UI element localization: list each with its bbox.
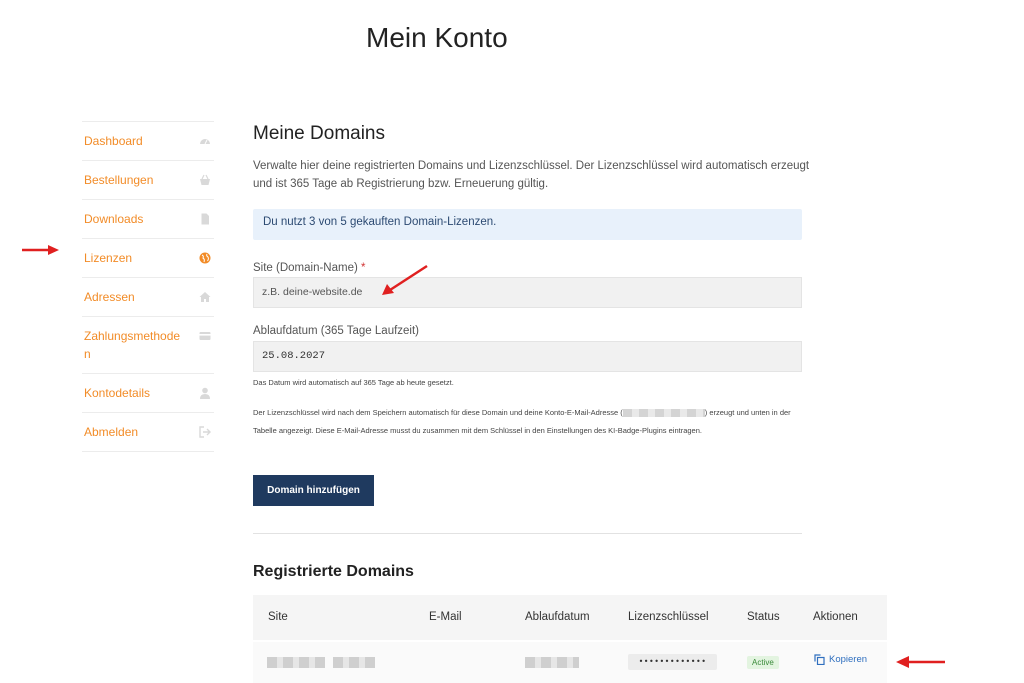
copy-button[interactable]: Kopieren [814,654,867,665]
column-header-expiry: Ablaufdatum [525,611,590,623]
sidebar-item-dashboard[interactable]: Dashboard [82,122,214,161]
page-title: Mein Konto [366,22,508,53]
annotation-arrow-icon [22,245,59,255]
sidebar-item-label: Zahlungsmethode n [84,329,181,361]
logout-icon [199,426,211,438]
required-marker: * [361,262,366,274]
expiry-field-label: Ablaufdatum (365 Tage Laufzeit) [253,325,420,337]
license-info-text: Der Lizenzschlüssel wird nach dem Speich… [253,408,791,435]
redacted-expiry [525,657,579,668]
sidebar-item-label: Abmelden [84,425,139,439]
license-key-masked: ••••••••••••• [628,654,717,670]
section-intro: Verwalte hier deine registrierten Domain… [253,160,810,190]
sidebar-item-label: Kontodetails [84,386,151,400]
sidebar-item-payment-methods[interactable]: Zahlungsmethode n [82,317,214,374]
column-header-status: Status [747,611,780,623]
copy-icon [814,654,825,665]
expiry-hint: Das Datum wird automatisch auf 365 Tage … [253,378,454,387]
table-header: Site E-Mail Ablaufdatum Lizenzschlüssel … [253,595,887,640]
redacted-site [267,657,325,668]
sidebar-item-licenses[interactable]: Lizenzen [82,239,214,278]
table-row: ••••••••••••• Active Kopieren [253,642,887,683]
redacted-email [622,409,705,418]
sidebar-item-label: Adressen [84,290,135,304]
site-field-label: Site (Domain-Name) * [253,262,366,274]
globe-icon [199,252,211,264]
status-badge: Active [747,656,779,669]
add-domain-button[interactable]: Domain hinzufügen [253,475,374,506]
annotation-arrow-icon [896,656,945,668]
home-icon [199,292,211,302]
user-icon [200,387,210,399]
sidebar-item-label: Dashboard [84,134,143,148]
account-navigation: Dashboard Bestellungen Downloads Lizenze… [82,121,214,452]
sidebar-item-account-details[interactable]: Kontodetails [82,374,214,413]
sidebar-item-label: Downloads [84,212,144,226]
file-icon [201,213,209,225]
column-header-actions: Aktionen [813,611,858,623]
sidebar-item-downloads[interactable]: Downloads [82,200,214,239]
sidebar-item-label: Bestellungen [84,173,154,187]
copy-label: Kopieren [829,654,868,665]
sidebar-item-addresses[interactable]: Adressen [82,278,214,317]
sidebar-item-logout[interactable]: Abmelden [82,413,214,452]
column-header-site: Site [268,611,288,623]
redacted-site [333,657,375,668]
divider [253,533,802,534]
dashboard-gauge-icon [200,139,210,145]
section-heading: Meine Domains [253,123,385,144]
column-header-license-key: Lizenzschlüssel [628,611,709,623]
sidebar-item-label: Lizenzen [84,251,133,265]
annotation-arrow-icon [382,264,428,295]
credit-card-icon [199,332,211,340]
column-header-email: E-Mail [429,611,462,623]
license-usage-notice: Du nutzt 3 von 5 gekauften Domain-Lizenz… [253,209,802,240]
sidebar-item-orders[interactable]: Bestellungen [82,161,214,200]
registered-domains-heading: Registrierte Domains [253,563,414,580]
site-domain-input[interactable]: z.B. deine-website.de [253,277,802,308]
basket-icon [200,174,210,185]
expiry-date-input[interactable]: 25.08.2027 [253,341,802,372]
